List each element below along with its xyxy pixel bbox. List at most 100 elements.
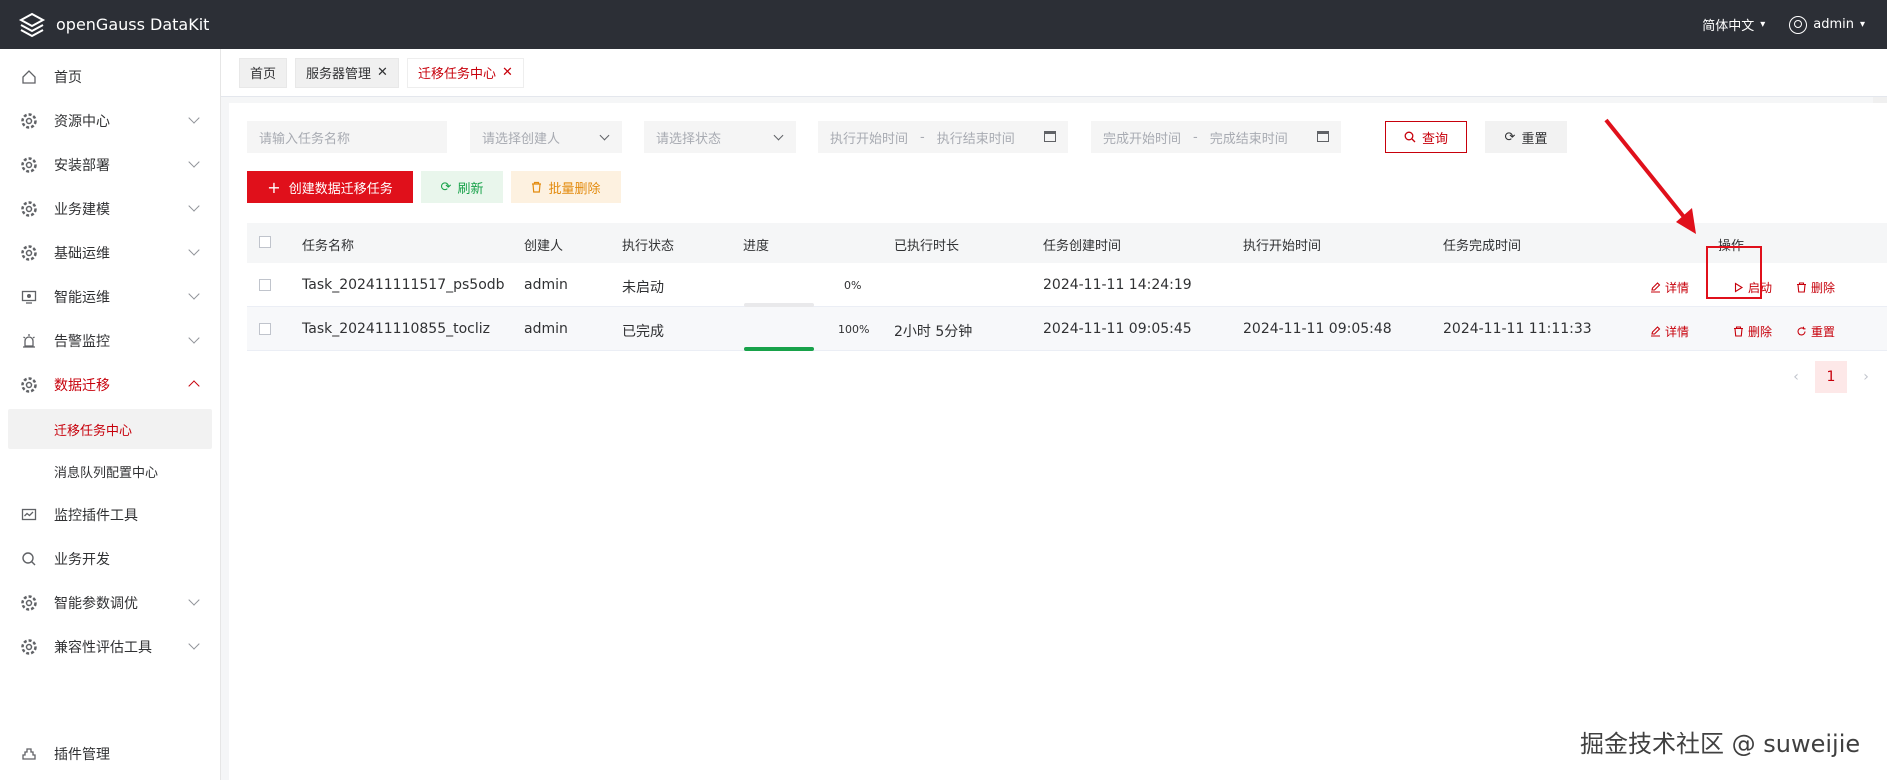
gear-icon [20, 200, 38, 218]
row-checkbox[interactable] [259, 279, 271, 291]
tab-home[interactable]: 首页 [239, 57, 288, 88]
gear-icon [20, 638, 38, 656]
sidebar-subitem-migration-task-center[interactable]: 迁移任务中心 [8, 409, 212, 449]
reset-label: 重置 [1811, 325, 1836, 339]
chevron-down-icon: ▾ [1859, 19, 1865, 30]
creator-select[interactable]: 请选择创建人 [470, 121, 622, 153]
chevron-down-icon [188, 112, 200, 124]
cell-creator: admin [524, 277, 568, 293]
select-all-checkbox[interactable] [259, 236, 271, 248]
sidebar-subitem-mq-config-center[interactable]: 消息队列配置中心 [8, 451, 212, 491]
plus-icon: + [267, 177, 281, 197]
query-button[interactable]: 查询 [1385, 121, 1467, 153]
cell-exec-start-time: 2024-11-11 09:05:48 [1243, 321, 1392, 337]
table-row: Task_202411110855_tocliz admin 已完成 100% … [247, 307, 1887, 351]
chevron-down-icon [188, 244, 200, 256]
sidebar-item-label: 监控插件工具 [54, 508, 138, 524]
sidebar-item-label: 兼容性评估工具 [54, 640, 152, 656]
sidebar: 首页 资源中心 安装部署 业务建模 基础运维 智能运维 告警监控 数据迁移 迁移… [0, 49, 221, 780]
user-menu[interactable]: admin ▾ [1789, 15, 1865, 34]
sidebar-item-intelligent-ops[interactable]: 智能运维 [0, 275, 220, 319]
table-row: Task_202411111517_ps5odb admin 未启动 0% 20… [247, 263, 1887, 307]
trash-icon [1734, 326, 1743, 337]
gear-icon [20, 112, 38, 130]
sidebar-item-monitor-plugin-tool[interactable]: 监控插件工具 [0, 493, 220, 537]
chevron-down-icon [188, 332, 200, 344]
batch-delete-label: 批量删除 [548, 181, 601, 197]
task-name-input[interactable]: 请输入任务名称 [247, 121, 447, 153]
chevron-down-icon [773, 130, 784, 141]
details-label: 详情 [1665, 325, 1690, 339]
batch-delete-button[interactable]: 批量删除 [511, 171, 621, 203]
exec-time-range-picker[interactable]: 执行开始时间 - 执行结束时间 [818, 121, 1068, 153]
reset-link[interactable]: 重置 [1796, 323, 1835, 340]
language-selector[interactable]: 简体中文 ▾ [1702, 15, 1765, 34]
details-link[interactable]: 详情 [1650, 323, 1689, 340]
reset-label: 重置 [1521, 131, 1548, 147]
tab-migration-task-center[interactable]: 迁移任务中心 ✕ [406, 57, 524, 88]
close-icon[interactable]: ✕ [377, 65, 388, 80]
layers-logo-icon [18, 12, 46, 37]
page-number-current[interactable]: 1 [1815, 361, 1847, 393]
monitor-icon [20, 288, 38, 306]
calendar-icon [1044, 131, 1056, 142]
sidebar-item-install-deploy[interactable]: 安装部署 [0, 143, 220, 187]
user-name: admin [1813, 17, 1854, 32]
chevron-down-icon [188, 288, 200, 300]
sidebar-item-home[interactable]: 首页 [0, 55, 220, 99]
refresh-label: 刷新 [457, 181, 484, 197]
sidebar-item-alarm-monitor[interactable]: 告警监控 [0, 319, 220, 363]
app-logo[interactable]: openGauss DataKit [0, 11, 209, 39]
filter-bar: 请输入任务名称 请选择创建人 请选择状态 执行开始时间 - 执行结束时间 完成开… [247, 121, 1567, 153]
progress-fill [744, 346, 814, 351]
sidebar-item-label: 插件管理 [54, 747, 110, 763]
header-exec-start-time: 执行开始时间 [1243, 239, 1322, 254]
tab-server-management[interactable]: 服务器管理 ✕ [295, 57, 399, 88]
close-icon[interactable]: ✕ [502, 65, 513, 80]
main-content: 请输入任务名称 请选择创建人 请选择状态 执行开始时间 - 执行结束时间 完成开… [229, 103, 1887, 780]
delete-link[interactable]: 删除 [1796, 279, 1835, 296]
progress-bar [744, 346, 814, 351]
sidebar-item-compat-eval[interactable]: 兼容性评估工具 [0, 625, 220, 669]
sidebar-item-data-migration[interactable]: 数据迁移 [0, 363, 220, 407]
sidebar-item-basic-ops[interactable]: 基础运维 [0, 231, 220, 275]
app-title: openGauss DataKit [56, 15, 210, 34]
delete-link[interactable]: 删除 [1733, 323, 1772, 340]
prev-page-button[interactable]: ‹ [1781, 369, 1811, 385]
refresh-icon [1797, 326, 1806, 336]
refresh-button[interactable]: ⟳ 刷新 [421, 171, 503, 203]
sidebar-item-business-dev[interactable]: 业务开发 [0, 537, 220, 581]
next-page-button[interactable]: › [1851, 369, 1881, 385]
create-task-button[interactable]: + 创建数据迁移任务 [247, 171, 413, 203]
gear-icon [20, 376, 38, 394]
gear-icon [20, 156, 38, 174]
chevron-down-icon [188, 156, 200, 168]
status-select[interactable]: 请选择状态 [644, 121, 796, 153]
task-table: 任务名称 创建人 执行状态 进度 已执行时长 任务创建时间 执行开始时间 任务完… [247, 223, 1887, 351]
cell-finish-time: 2024-11-11 11:11:33 [1443, 321, 1592, 337]
finish-time-range-picker[interactable]: 完成开始时间 - 完成结束时间 [1091, 121, 1341, 153]
tab-label: 服务器管理 [306, 67, 372, 82]
chevron-up-icon [188, 380, 200, 392]
header-finish-time: 任务完成时间 [1443, 239, 1522, 254]
cell-task-name: Task_202411111517_ps5odb [302, 277, 505, 293]
reset-button[interactable]: ⟳ 重置 [1485, 121, 1567, 153]
tab-label: 首页 [250, 67, 277, 82]
range-separator: - [1193, 129, 1198, 145]
chart-monitor-icon [20, 506, 38, 524]
header-progress: 进度 [743, 239, 770, 254]
finish-start-placeholder: 完成开始时间 [1103, 131, 1182, 147]
row-checkbox[interactable] [259, 323, 271, 335]
header-creator: 创建人 [524, 239, 564, 254]
delete-label: 删除 [1811, 281, 1836, 295]
sidebar-item-plugin-management[interactable]: 插件管理 [0, 732, 220, 776]
calendar-icon [1317, 131, 1329, 142]
sidebar-item-business-modeling[interactable]: 业务建模 [0, 187, 220, 231]
details-link[interactable]: 详情 [1650, 279, 1689, 296]
sidebar-subitem-label: 迁移任务中心 [54, 423, 133, 439]
sidebar-item-resource-center[interactable]: 资源中心 [0, 99, 220, 143]
sidebar-item-param-tuning[interactable]: 智能参数调优 [0, 581, 220, 625]
cell-status: 未启动 [622, 280, 664, 296]
header-status: 执行状态 [622, 239, 675, 254]
edit-icon [1651, 326, 1661, 337]
